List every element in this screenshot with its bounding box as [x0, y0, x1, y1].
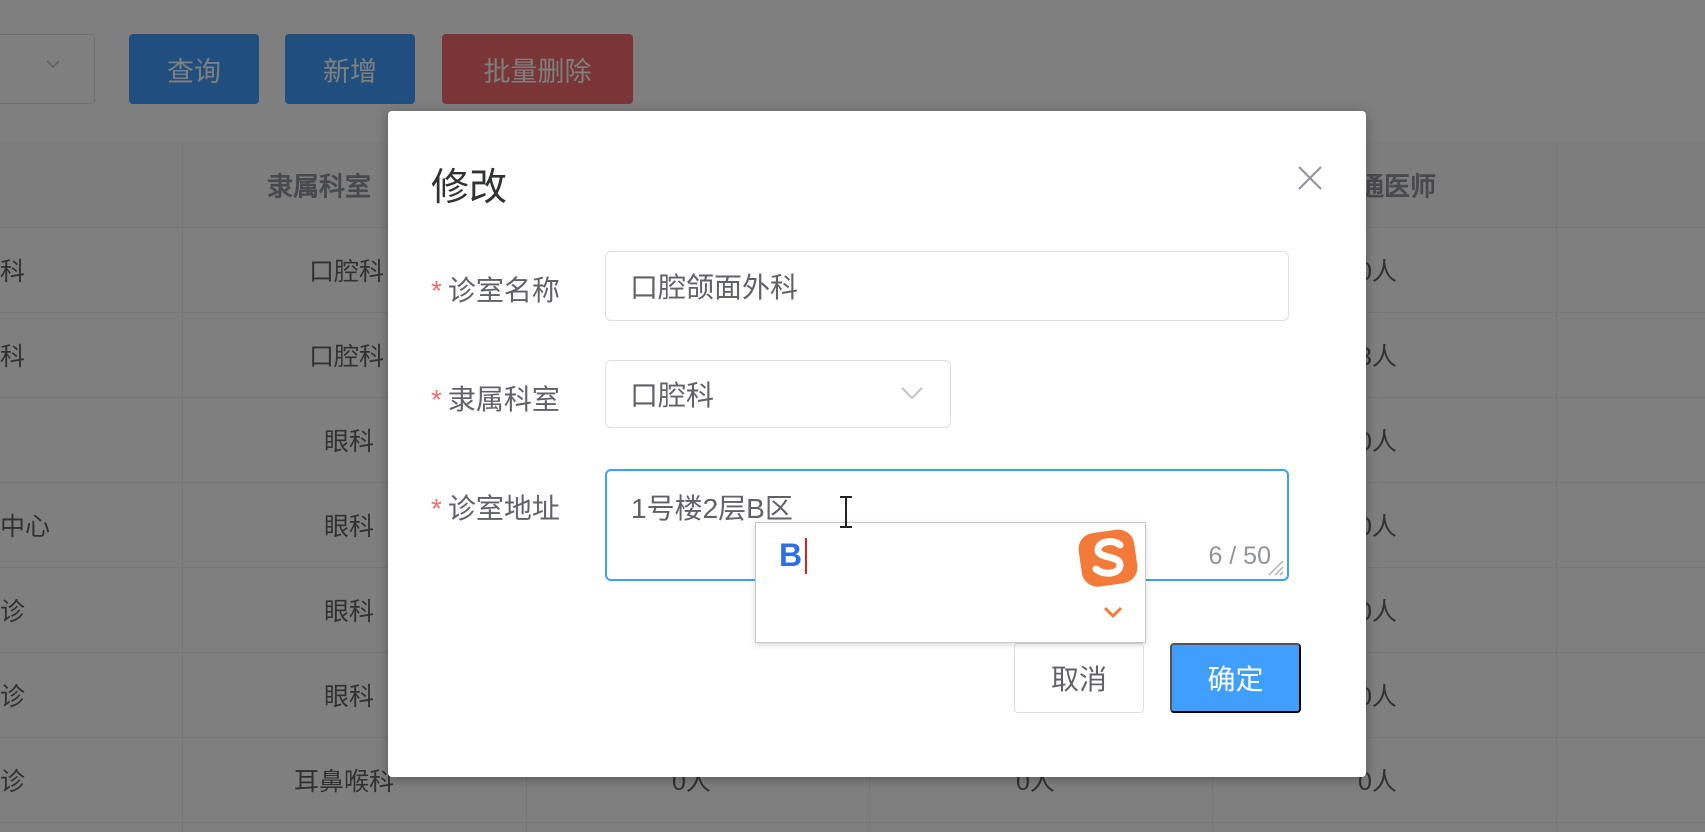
resize-handle-icon[interactable]: [1263, 555, 1285, 577]
chevron-down-icon[interactable]: [1102, 605, 1124, 619]
required-mark: *: [431, 275, 442, 306]
required-mark: *: [431, 384, 442, 415]
dept-select-value: 口腔科: [630, 380, 715, 411]
address-value: 1号楼2层B区: [631, 493, 793, 524]
room-name-input[interactable]: 口腔颌面外科: [605, 251, 1289, 321]
sogou-logo-icon[interactable]: [1076, 525, 1142, 591]
ime-candidate-window: B: [755, 522, 1146, 643]
close-icon[interactable]: [1295, 163, 1325, 193]
required-mark: *: [431, 493, 442, 524]
dialog-title: 修改: [431, 167, 508, 209]
name-label: * 诊室名称: [431, 275, 560, 306]
dept-label: * 隶属科室: [431, 384, 560, 415]
chevron-down-icon: [901, 387, 923, 400]
text-cursor-icon: [840, 496, 852, 528]
cancel-button[interactable]: 取消: [1014, 643, 1144, 713]
address-label: * 诊室地址: [431, 493, 560, 524]
dept-select[interactable]: 口腔科: [605, 360, 951, 428]
room-name-value: 口腔颌面外科: [630, 272, 799, 303]
ime-caret: [805, 537, 808, 574]
edit-dialog: 修改 * 诊室名称 口腔颌面外科 * 隶属科室 口腔科 * 诊室地址 1号楼2层B区 …: [388, 111, 1366, 777]
ime-composition: B: [779, 537, 808, 574]
confirm-button[interactable]: 确定: [1170, 643, 1301, 713]
word-count: 6 / 50: [1208, 542, 1271, 570]
ime-composition-text: B: [779, 537, 803, 573]
